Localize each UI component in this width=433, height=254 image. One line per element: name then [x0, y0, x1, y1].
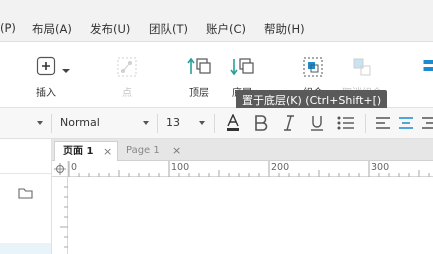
align-center-icon[interactable]: [399, 117, 413, 129]
divider: [365, 114, 366, 133]
ruler-tick-label: 200: [271, 162, 290, 173]
font-size-select[interactable]: 13: [166, 116, 180, 129]
style-dropdown-icon[interactable]: [143, 121, 149, 125]
tab-label: 页面 1: [63, 146, 94, 157]
close-icon[interactable]: ×: [103, 142, 112, 162]
point-icon: [117, 57, 137, 77]
italic-icon[interactable]: [283, 115, 295, 131]
vertical-ruler-ticks: [60, 186, 68, 248]
ruler-origin-icon: [54, 163, 66, 175]
divider: [157, 114, 158, 133]
left-panel: [0, 139, 52, 254]
design-canvas[interactable]: [68, 177, 433, 254]
horizontal-ruler: 0 100 200 300: [52, 161, 433, 177]
more-tool-button[interactable]: [416, 42, 433, 108]
folder-icon[interactable]: [18, 187, 33, 199]
bring-to-front-label: 顶层: [189, 88, 209, 99]
align-icon: [423, 60, 433, 71]
insert-label: 插入: [36, 88, 56, 99]
style-select[interactable]: Normal: [60, 116, 100, 129]
selected-row[interactable]: [0, 243, 51, 254]
group-icon: [303, 57, 323, 77]
format-bar: Normal 13: [0, 108, 433, 139]
divider: [214, 114, 215, 133]
tab-page-1[interactable]: Page 1 ×: [118, 141, 186, 161]
bring-to-front-icon: [187, 57, 211, 74]
divider: [0, 173, 51, 174]
divider: [51, 114, 52, 133]
tab-page-1-active[interactable]: 页面 1 ×: [54, 141, 118, 161]
ungroup-icon: [353, 58, 371, 76]
ruler-tick-label: 0: [71, 162, 78, 173]
ruler-tick-label: 300: [371, 162, 390, 173]
menu-item-publish[interactable]: 发布(U): [90, 21, 130, 37]
align-left-icon[interactable]: [376, 117, 390, 129]
point-button[interactable]: 点: [108, 42, 146, 108]
menu-item-help[interactable]: 帮助(H): [264, 21, 305, 37]
vertical-ruler: [52, 177, 68, 254]
chevron-down-icon[interactable]: [37, 121, 43, 125]
menu-item-team[interactable]: 团队(T): [149, 21, 188, 37]
insert-button[interactable]: 插入: [30, 42, 70, 108]
ruler-tick-label: 100: [171, 162, 190, 173]
page-tab-strip: 页面 1 × Page 1 ×: [52, 139, 433, 161]
bold-icon[interactable]: [254, 115, 268, 131]
point-label: 点: [122, 88, 132, 99]
menu-item-layout[interactable]: 布局(A): [32, 21, 72, 37]
tab-label: Page 1: [126, 145, 160, 156]
menu-item-prev[interactable]: (P): [0, 21, 16, 35]
underline-icon[interactable]: [310, 115, 324, 131]
close-icon[interactable]: ×: [172, 141, 181, 161]
menu-bar: (P) 布局(A) 发布(U) 团队(T) 账户(C) 帮助(H): [0, 0, 433, 42]
font-size-dropdown-icon[interactable]: [199, 121, 205, 125]
bullet-list-icon[interactable]: [337, 116, 355, 130]
menu-item-account[interactable]: 账户(C): [206, 21, 246, 37]
insert-icon: [36, 56, 56, 76]
insert-dropdown-icon[interactable]: [62, 68, 70, 74]
align-right-icon[interactable]: [422, 117, 433, 129]
send-to-back-icon: [230, 58, 254, 76]
text-color-icon[interactable]: [226, 114, 240, 132]
bring-to-front-button[interactable]: 顶层: [181, 42, 217, 108]
